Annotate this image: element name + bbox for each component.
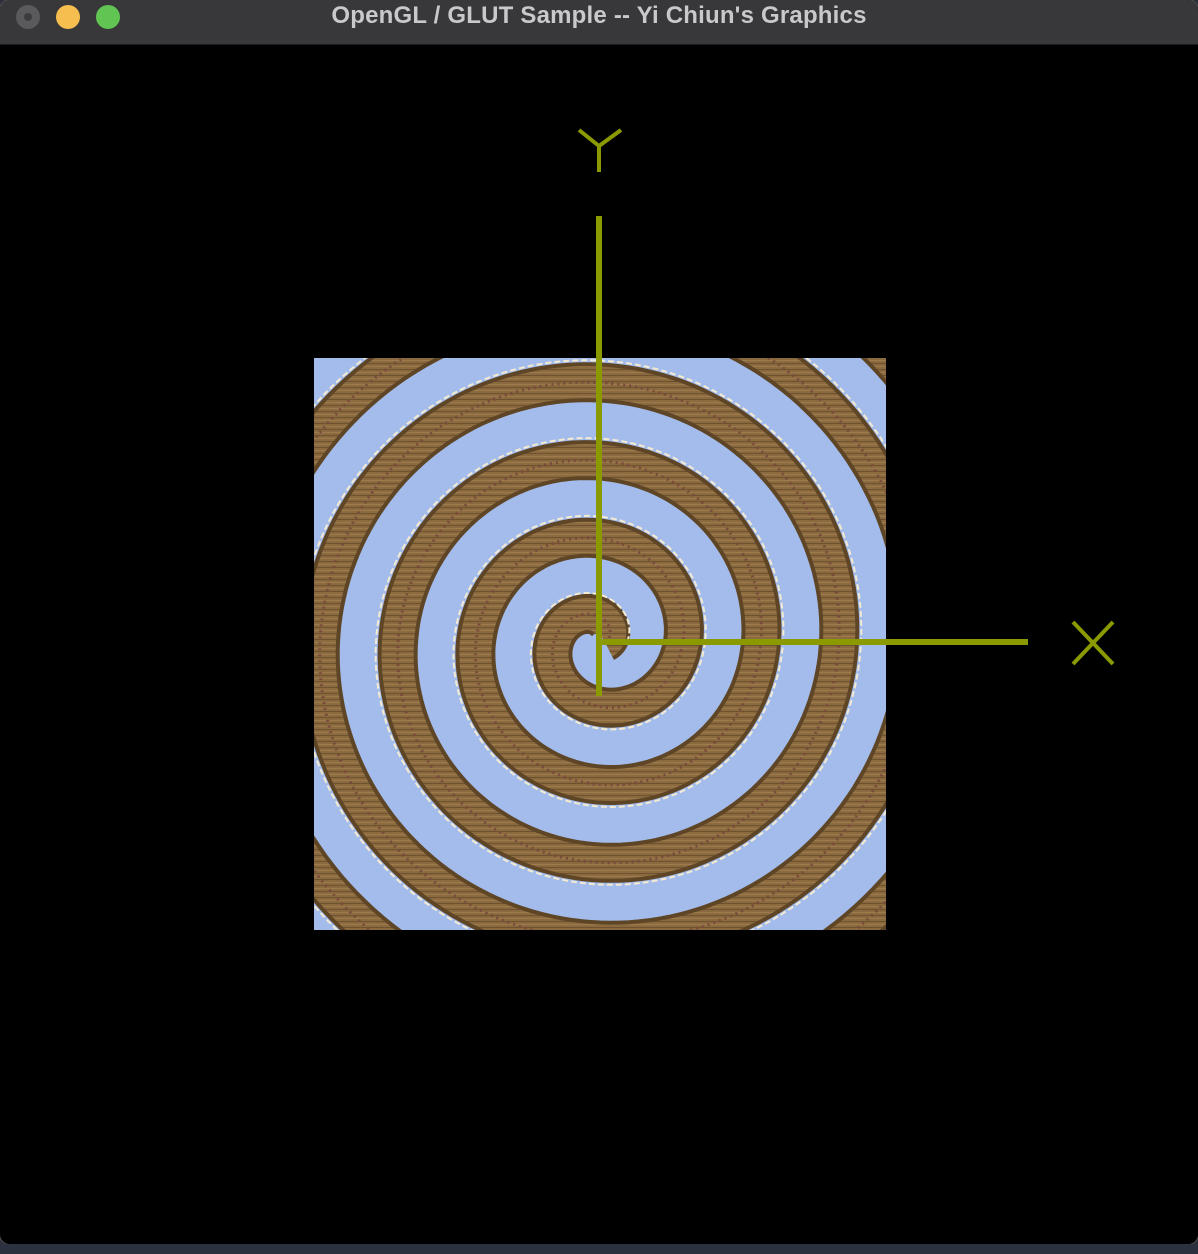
window-title: OpenGL / GLUT Sample -- Yi Chiun's Graph… (331, 2, 867, 29)
opengl-canvas[interactable]: Y X (0, 45, 1198, 1244)
scene-svg: Y X (314, 128, 1115, 930)
spiral-band-wood (314, 358, 886, 930)
glut-window: OpenGL / GLUT Sample -- Yi Chiun's Graph… (0, 0, 1198, 1244)
title-bar[interactable]: OpenGL / GLUT Sample -- Yi Chiun's Graph… (0, 0, 1198, 45)
y-axis-label (577, 128, 623, 172)
textured-quad (314, 358, 886, 930)
x-axis-label (1071, 620, 1115, 666)
desktop-background (0, 1244, 1198, 1254)
